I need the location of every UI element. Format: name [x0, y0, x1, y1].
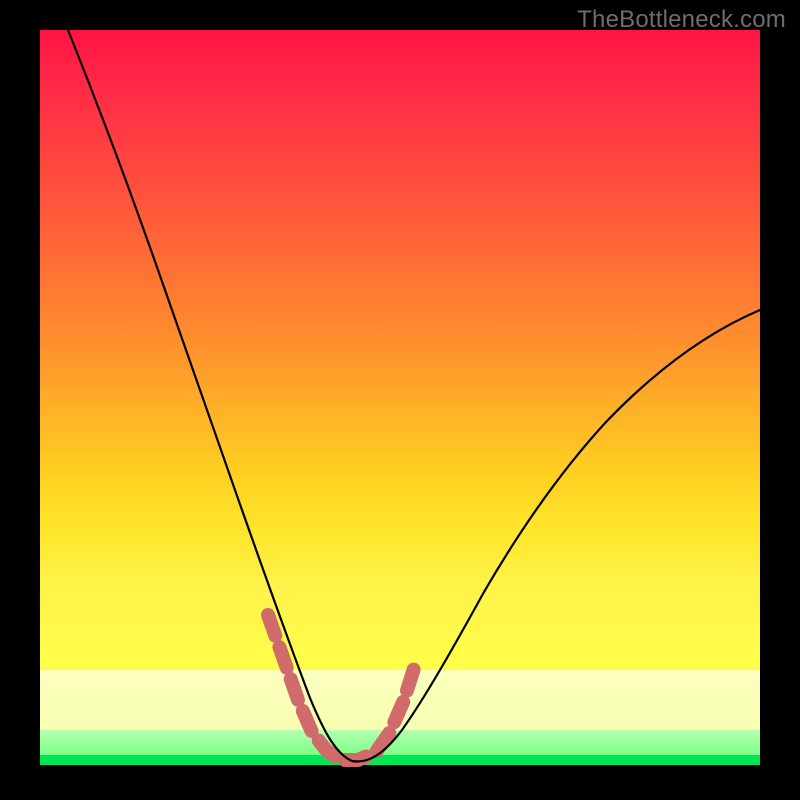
chart-frame: TheBottleneck.com	[0, 0, 800, 800]
bottleneck-curve	[68, 30, 760, 762]
chart-plot-area	[40, 30, 760, 765]
highlight-segment	[268, 615, 416, 760]
watermark-text: TheBottleneck.com	[577, 6, 786, 34]
chart-svg	[40, 30, 760, 765]
